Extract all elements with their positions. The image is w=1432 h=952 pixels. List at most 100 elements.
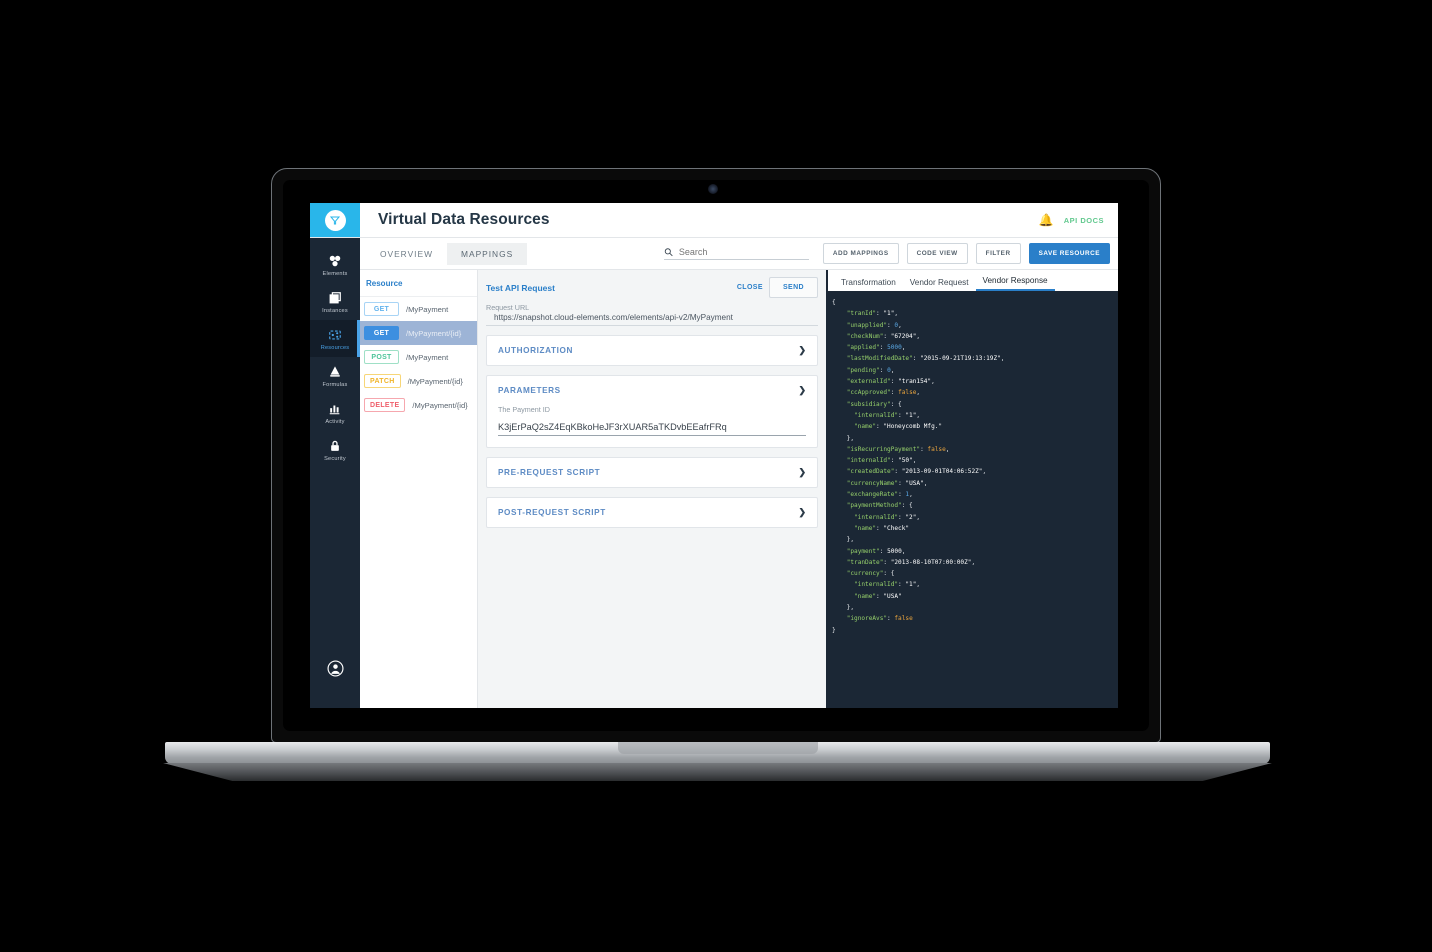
sidebar-item-label: Elements: [322, 271, 348, 277]
tab-overview[interactable]: OVERVIEW: [366, 243, 447, 265]
table-row[interactable]: PATCH /MyPayment/{id}: [360, 369, 477, 393]
resource-path: /MyPayment: [406, 304, 449, 314]
json-line: "internalId": "1",: [854, 581, 921, 589]
table-row[interactable]: GET /MyPayment: [360, 297, 477, 321]
request-header: Test API Request CLOSE SEND: [478, 270, 826, 302]
method-badge: POST: [364, 350, 399, 364]
tab-mappings[interactable]: MAPPINGS: [447, 242, 528, 265]
sidebar-item-security[interactable]: Security: [310, 431, 360, 468]
request-url-value[interactable]: https://snapshot.cloud-elements.com/elem…: [486, 313, 818, 326]
request-sections: AUTHORIZATION ❯ PARAMETERS ❯ The Payment…: [478, 326, 826, 528]
json-line: },: [832, 536, 855, 544]
chevron-right-icon: ❯: [798, 345, 806, 355]
payment-id-label: The Payment ID: [498, 405, 550, 414]
bell-icon[interactable]: 🔔: [1039, 213, 1054, 227]
brand-logo[interactable]: [310, 203, 360, 237]
sidebar-item-label: Formulas: [322, 382, 348, 388]
table-row[interactable]: POST /MyPayment: [360, 345, 477, 369]
instances-icon: [328, 290, 342, 305]
json-line: "exchangeRate": 1,: [846, 491, 913, 499]
laptop-base-lip: [618, 742, 818, 754]
close-button[interactable]: CLOSE: [737, 284, 763, 291]
section-title: AUTHORIZATION: [498, 346, 573, 355]
json-line: "internalId": "1",: [854, 411, 921, 419]
test-api-request-pane: Test API Request CLOSE SEND Request URL …: [478, 270, 828, 708]
avatar[interactable]: [326, 660, 344, 708]
sidebar-item-instances[interactable]: Instances: [310, 283, 360, 320]
method-badge: DELETE: [364, 398, 406, 412]
tab-transformation[interactable]: Transformation: [834, 276, 903, 291]
search-input[interactable]: [678, 247, 809, 257]
json-line: "internalId": "2",: [854, 513, 921, 521]
json-line: "tranDate": "2013-08-10T07:00:00Z",: [846, 558, 976, 566]
save-resource-button[interactable]: SAVE RESOURCE: [1028, 243, 1110, 264]
laptop-base-shadow: [163, 763, 1272, 781]
json-line: "checkNum": "67204",: [846, 332, 921, 340]
chevron-right-icon: ❯: [798, 507, 806, 517]
app-window: Virtual Data Resources 🔔 API DOCS Elemen…: [310, 203, 1118, 708]
sidebar-item-formulas[interactable]: Formulas: [310, 357, 360, 394]
json-line: "internalId": "50",: [846, 457, 917, 465]
sidebar-item-elements[interactable]: Elements: [310, 246, 360, 283]
post-request-script-header[interactable]: POST-REQUEST SCRIPT ❯: [487, 498, 817, 527]
code-view-button[interactable]: CODE VIEW: [906, 243, 968, 264]
post-request-script-section: POST-REQUEST SCRIPT ❯: [486, 497, 818, 528]
laptop-mockup: Virtual Data Resources 🔔 API DOCS Elemen…: [0, 0, 1432, 952]
sidebar-item-label: Security: [324, 456, 346, 462]
tab-vendor-request[interactable]: Vendor Request: [903, 276, 976, 291]
add-mappings-button[interactable]: ADD MAPPINGS: [822, 243, 899, 264]
resource-path: /MyPayment/{id}: [407, 376, 463, 386]
chevron-down-icon: ❯: [798, 385, 806, 395]
json-line: "lastModifiedDate": "2015-09-21T19:13:19…: [846, 355, 1005, 363]
json-response-viewer[interactable]: { "tranId": "1", "unapplied": 0, "checkN…: [828, 291, 1118, 708]
parameters-section-header[interactable]: PARAMETERS ❯: [487, 376, 817, 405]
json-line: "currency": {: [846, 570, 895, 578]
response-pane: Transformation Vendor Request Vendor Res…: [828, 270, 1118, 708]
send-button[interactable]: SEND: [768, 277, 818, 298]
request-title: Test API Request: [486, 282, 555, 293]
method-badge: GET: [364, 302, 399, 316]
elements-icon: [328, 253, 342, 268]
tab-vendor-response[interactable]: Vendor Response: [975, 274, 1055, 291]
json-line: "ccApproved": false,: [846, 389, 921, 397]
method-badge: PATCH: [364, 374, 401, 388]
method-badge: GET: [364, 326, 399, 340]
section-title: PRE-REQUEST SCRIPT: [498, 468, 601, 477]
sidebar-item-resources[interactable]: Resources: [310, 320, 360, 357]
resource-list-header: Resource: [360, 270, 477, 297]
json-line: "unapplied": 0,: [846, 321, 902, 329]
page-title: Virtual Data Resources: [378, 211, 550, 228]
json-line: "subsidiary": {: [846, 400, 902, 408]
parameters-section: PARAMETERS ❯ The Payment ID: [486, 375, 818, 448]
authorization-section-header[interactable]: AUTHORIZATION ❯: [487, 336, 817, 365]
json-line: "payment": 5000,: [846, 547, 906, 555]
search-icon: [664, 248, 673, 257]
formulas-icon: [328, 364, 342, 379]
resource-path: /MyPayment/{id}: [412, 400, 468, 410]
webcam-icon: [708, 184, 718, 194]
json-line: "pending": 0,: [846, 366, 895, 374]
json-line: "name": "Check": [854, 524, 910, 532]
pre-request-script-header[interactable]: PRE-REQUEST SCRIPT ❯: [487, 458, 817, 487]
resources-icon: [328, 327, 342, 342]
response-tab-bar: Transformation Vendor Request Vendor Res…: [828, 270, 1118, 291]
security-icon: [328, 438, 342, 453]
api-docs-link[interactable]: API DOCS: [1064, 216, 1104, 225]
toolbar: OVERVIEW MAPPINGS ADD MAPPINGS C: [360, 238, 1118, 270]
json-line: "isRecurringPayment": false,: [846, 445, 950, 453]
payment-id-input[interactable]: [498, 422, 806, 436]
filter-button[interactable]: FILTER: [975, 243, 1021, 264]
json-line: },: [832, 434, 855, 442]
table-row[interactable]: GET /MyPayment/{id}: [360, 321, 477, 345]
resource-list-pane: Resource GET /MyPayment GET /MyPayment/{…: [360, 270, 478, 708]
sidebar-item-activity[interactable]: Activity: [310, 394, 360, 431]
json-line: },: [832, 604, 855, 612]
parameters-section-body: The Payment ID: [487, 405, 817, 447]
sidebar-item-label: Activity: [325, 419, 345, 425]
funnel-logo-icon: [329, 216, 341, 225]
logo-circle: [324, 209, 346, 231]
json-line: "externalId": "tran154",: [846, 378, 935, 386]
search-box[interactable]: [663, 247, 809, 260]
resource-path: /MyPayment: [406, 352, 449, 362]
table-row[interactable]: DELETE /MyPayment/{id}: [360, 393, 477, 417]
